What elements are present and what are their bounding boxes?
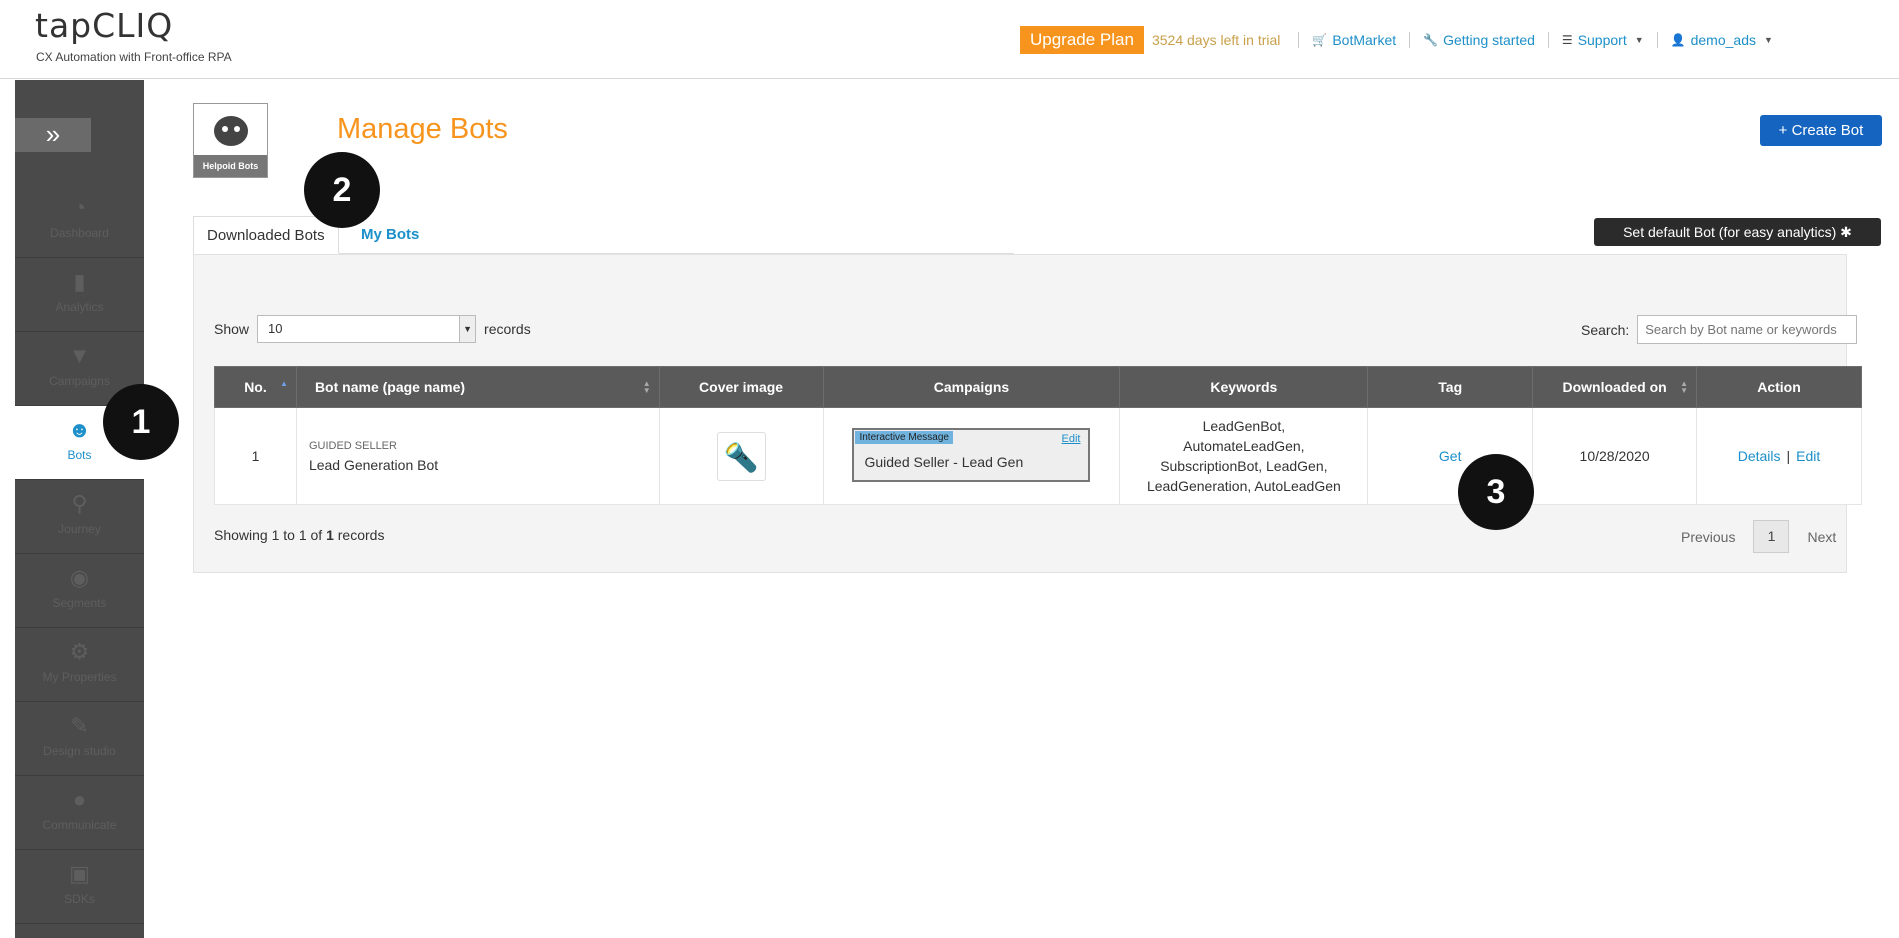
action-cell: Details | Edit xyxy=(1696,407,1862,505)
search-control: Search: xyxy=(1581,315,1858,344)
bot-name-cell: GUIDED SELLER Lead Generation Bot xyxy=(295,407,660,505)
column-header-downloaded-on[interactable]: Downloaded on ▲ ▼ xyxy=(1532,366,1698,408)
wrench-icon: 🔧 xyxy=(1423,33,1439,47)
support-menu[interactable]: ☰ Support ▼ xyxy=(1547,32,1657,48)
annotation-marker-1: 1 xyxy=(103,384,179,460)
app-tagline: CX Automation with Front-office RPA xyxy=(36,50,232,64)
list-icon: ☰ xyxy=(1561,33,1573,47)
column-header-keywords: Keywords xyxy=(1119,366,1369,408)
helpoid-bots-label: Helpoid Bots xyxy=(194,155,267,177)
page-size-select[interactable]: 10 ▼ xyxy=(257,315,477,343)
speedometer-icon: ◔ xyxy=(72,195,87,220)
campaign-name: Guided Seller - Lead Gen xyxy=(864,453,1024,470)
set-default-bot-button[interactable]: Set default Bot (for easy analytics) ✱ xyxy=(1594,218,1881,246)
column-header-bot-name[interactable]: Bot name (page name) ▲ ▼ xyxy=(295,366,660,408)
app-logo[interactable]: tapCLIQ xyxy=(35,6,173,45)
gear-icon: ⚙ xyxy=(69,639,90,664)
bots-table: No. ▲ Bot name (page name) ▲ ▼ Cover image … xyxy=(214,366,1862,505)
sidebar-item-sdks[interactable]: ▣ SDKs xyxy=(15,850,144,924)
sidebar-item-design-studio[interactable]: ✎ Design studio xyxy=(15,702,144,776)
upgrade-plan-button[interactable]: Upgrade Plan xyxy=(1020,26,1144,54)
get-tag-link[interactable]: Get xyxy=(1439,448,1462,464)
sdk-icon: ▣ xyxy=(69,861,90,886)
column-header-no[interactable]: No. ▲ xyxy=(214,366,297,408)
column-header-tag: Tag xyxy=(1367,366,1534,408)
design-icon: ✎ xyxy=(70,713,89,738)
torch-icon: 🔦 xyxy=(716,431,766,481)
sort-icon: ▲ ▼ xyxy=(1680,379,1689,395)
sidebar-item-dashboard[interactable]: ◔ Dashboard xyxy=(15,184,144,258)
table-header-row: No. ▲ Bot name (page name) ▲ ▼ Cover image … xyxy=(214,366,1862,408)
segments-icon: ◉ xyxy=(69,565,90,590)
top-header: tapCLIQ CX Automation with Front-office … xyxy=(0,0,1899,79)
trial-status: 3524 days left in trial xyxy=(1151,32,1281,48)
sidebar-item-communicate[interactable]: ● Communicate xyxy=(15,776,144,850)
sort-asc-icon: ▲ xyxy=(280,379,288,388)
getting-started-link[interactable]: 🔧 Getting started xyxy=(1409,32,1548,48)
sidebar-item-analytics[interactable]: ▮ Analytics xyxy=(15,258,144,332)
bot-icon: ☻ xyxy=(67,417,92,442)
create-bot-button[interactable]: + Create Bot xyxy=(1760,115,1882,146)
sidebar-item-segments[interactable]: ◉ Segments xyxy=(15,554,144,628)
bar-chart-icon: ▮ xyxy=(73,269,86,294)
annotation-marker-2: 2 xyxy=(304,152,380,228)
table-row: 1 GUIDED SELLER Lead Generation Bot 🔦 In… xyxy=(214,407,1862,505)
keywords-cell: LeadGenBot, AutomateLeadGen, Subscriptio… xyxy=(1119,407,1369,505)
next-page-button[interactable]: Next xyxy=(1807,529,1836,545)
chat-icon: ● xyxy=(72,787,87,812)
downloaded-on-cell: 10/28/2020 xyxy=(1532,407,1698,505)
sidebar-item-journey[interactable]: ⚲ Journey xyxy=(15,480,144,554)
campaigns-cell: Interactive Message Edit Guided Seller -… xyxy=(822,407,1121,505)
edit-link[interactable]: Edit xyxy=(1796,448,1820,464)
tab-downloaded-bots[interactable]: Downloaded Bots xyxy=(193,216,339,254)
top-nav: Upgrade Plan 3524 days left in trial 🛒 Bo… xyxy=(1020,26,1786,54)
column-header-cover-image: Cover image xyxy=(658,366,824,408)
sidebar: » ◔ Dashboard ▮ Analytics ▼ Campaigns ☻ … xyxy=(15,80,144,938)
records-summary: Showing 1 to 1 of 1 records xyxy=(214,527,385,543)
bot-category: GUIDED SELLER xyxy=(308,439,397,452)
page-title: Manage Bots xyxy=(337,113,508,145)
cover-image-cell: 🔦 xyxy=(658,407,824,505)
user-menu[interactable]: 👤 demo_ads ▼ xyxy=(1656,32,1786,48)
journey-icon: ⚲ xyxy=(71,491,88,516)
cart-icon: 🛒 xyxy=(1312,33,1328,47)
page-size-control: Show 10 ▼ records xyxy=(214,315,531,343)
annotation-marker-3: 3 xyxy=(1458,454,1534,530)
bot-name: Lead Generation Bot xyxy=(308,456,439,473)
row-number: 1 xyxy=(214,407,297,505)
campaign-icon: ▼ xyxy=(68,343,91,368)
column-header-action: Action xyxy=(1696,366,1862,408)
helpoid-bots-logo: Helpoid Bots xyxy=(193,103,268,178)
bots-panel: Show 10 ▼ records Search: No.▲ Bot name … xyxy=(193,254,1862,573)
column-header-campaigns: Campaigns xyxy=(822,366,1121,408)
previous-page-button[interactable]: Previous xyxy=(1681,529,1735,545)
bot-tabs: Downloaded Bots My Bots xyxy=(193,216,1014,254)
sort-icon: ▲ ▼ xyxy=(642,379,651,395)
page-1-button[interactable]: 1 xyxy=(1753,520,1790,553)
user-icon: 👤 xyxy=(1670,33,1686,47)
campaign-type-badge: Interactive Message xyxy=(855,430,953,444)
pagination: Previous 1 Next xyxy=(1681,520,1836,553)
sidebar-item-my-properties[interactable]: ⚙ My Properties xyxy=(15,628,144,702)
chevron-down-icon: ▼ xyxy=(459,316,476,342)
chevron-down-icon: ▼ xyxy=(1634,35,1644,45)
campaign-card: Interactive Message Edit Guided Seller -… xyxy=(852,427,1091,482)
chevron-down-icon: ▼ xyxy=(1764,35,1773,45)
sidebar-expand-button[interactable]: » xyxy=(15,118,91,152)
search-input[interactable] xyxy=(1637,315,1858,344)
details-link[interactable]: Details xyxy=(1738,448,1781,464)
bot-face-icon xyxy=(214,116,248,146)
campaign-edit-link[interactable]: Edit xyxy=(1062,433,1081,445)
botmarket-link[interactable]: 🛒 BotMarket xyxy=(1298,32,1409,48)
